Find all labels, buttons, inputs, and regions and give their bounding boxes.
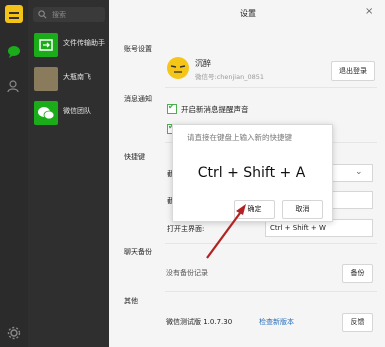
divider xyxy=(165,243,377,244)
avatar xyxy=(34,67,58,91)
open-main-value: Ctrl + Shift + W xyxy=(270,224,326,232)
list-item[interactable]: 文件传输助手 xyxy=(28,29,109,63)
list-item[interactable]: 大瓶南飞 xyxy=(28,63,109,97)
wechat-logo-icon xyxy=(34,101,58,125)
search-placeholder: 搜索 xyxy=(52,11,66,19)
version-text: 微信测试版 1.0.7.30 xyxy=(166,318,233,326)
section-notify: 消息通知 xyxy=(124,95,152,103)
chat-icon[interactable] xyxy=(7,45,21,59)
chat-name: 大瓶南飞 xyxy=(63,73,91,81)
user-avatar[interactable] xyxy=(5,5,23,23)
gear-icon[interactable] xyxy=(7,326,21,340)
feedback-button[interactable]: 反馈 xyxy=(342,313,373,332)
avatar xyxy=(167,57,189,79)
page-title: 设置 xyxy=(240,9,256,18)
ok-button[interactable]: 确定 xyxy=(234,200,275,219)
notify-sound-label: 开启新消息提醒声音 xyxy=(181,105,249,114)
backup-button[interactable]: 备份 xyxy=(342,264,373,283)
file-transfer-icon xyxy=(34,33,58,57)
notify-sound-checkbox[interactable] xyxy=(167,102,177,114)
open-main-label: 打开主界面: xyxy=(167,225,205,233)
cancel-button[interactable]: 取消 xyxy=(282,200,323,219)
close-icon[interactable]: × xyxy=(365,7,375,17)
chat-name: 文件传输助手 xyxy=(63,39,105,47)
section-account: 账号设置 xyxy=(124,45,152,53)
section-other: 其他 xyxy=(124,297,138,305)
logout-button[interactable]: 退出登录 xyxy=(331,61,375,81)
divider xyxy=(165,87,377,88)
dialog-prompt: 请直接在键盘上输入新的快捷键 xyxy=(187,133,292,142)
list-item[interactable]: 微信团队 xyxy=(28,97,109,131)
chat-name: 微信团队 xyxy=(63,107,91,115)
chevron-down-icon[interactable]: ⌄ xyxy=(355,167,363,177)
account-name: 沉醉 xyxy=(195,59,211,68)
contacts-icon[interactable] xyxy=(7,79,21,93)
account-wxid: 微信号:chenjian_0851 xyxy=(195,73,265,81)
section-shortcut: 快捷键 xyxy=(124,153,145,161)
divider xyxy=(165,291,377,292)
backup-empty-text: 没有备份记录 xyxy=(166,269,208,277)
shortcut-combo: Ctrl + Shift + A xyxy=(197,165,306,181)
section-backup: 聊天备份 xyxy=(124,248,152,256)
search-icon xyxy=(38,10,47,19)
check-update-link[interactable]: 检查新版本 xyxy=(259,317,294,327)
